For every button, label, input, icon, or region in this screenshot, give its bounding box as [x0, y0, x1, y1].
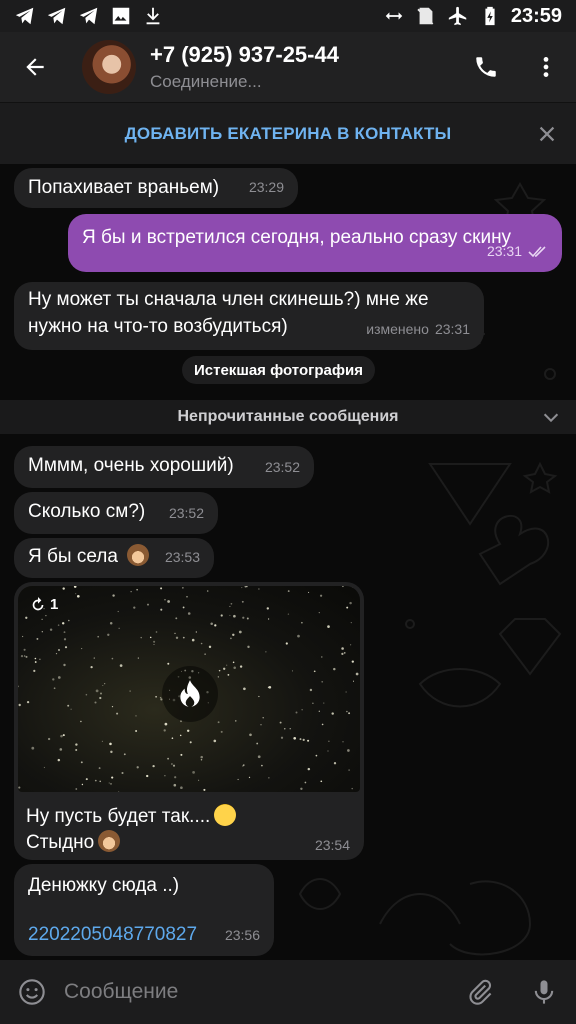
message-time: 23:52 — [264, 459, 300, 475]
phone-icon — [476, 57, 496, 77]
edited-label: изменено — [366, 321, 429, 337]
add-contact-label: ДОБАВИТЬ ЕКАТЕРИНА В КОНТАКТЫ — [124, 123, 452, 143]
more-menu-button[interactable] — [516, 32, 576, 102]
message-time: 23:29 — [248, 179, 284, 195]
microphone-icon — [534, 980, 554, 1004]
paperclip-icon — [469, 979, 492, 1005]
message-text: Я бы села — [28, 546, 118, 567]
message-input[interactable] — [64, 972, 448, 1012]
message-time: 23:56 — [224, 927, 260, 943]
message-time: 23:53 — [164, 549, 200, 565]
grinning-sweat-icon — [214, 804, 237, 826]
message-incoming-photo[interactable]: 1 Ну пусть будет так.... Стыдно 23:54 — [14, 582, 364, 860]
photo-caption: Ну пусть будет так.... Стыдно — [26, 804, 237, 856]
message-input-bar — [0, 960, 576, 1024]
view-once-counter: 1 — [30, 596, 58, 613]
caption-line: Ну пусть будет так.... — [26, 806, 211, 827]
download-icon — [142, 5, 164, 27]
image-icon — [110, 5, 132, 27]
chevron-down-icon[interactable] — [540, 406, 562, 428]
message-incoming[interactable]: Я бы села 23:53 — [14, 538, 214, 578]
message-text: Сколько см?) — [28, 501, 146, 522]
timer-refresh-icon — [32, 596, 44, 610]
voice-record-button[interactable] — [512, 960, 576, 1024]
message-outgoing[interactable]: Я бы и встретился сегодня, реально сразу… — [68, 214, 562, 272]
more-vertical-icon — [543, 57, 549, 77]
banner-close-button[interactable] — [536, 123, 558, 145]
back-button[interactable] — [0, 32, 70, 102]
message-text: Попахивает враньем) — [28, 177, 220, 198]
add-contact-banner[interactable]: ДОБАВИТЬ ЕКАТЕРИНА В КОНТАКТЫ — [0, 102, 576, 164]
message-time: 23:54 — [314, 837, 350, 853]
airplane-icon — [447, 5, 469, 27]
message-incoming[interactable]: Денюжку сюда ..) 2202205048770827 23:56 — [14, 864, 274, 956]
message-time: изменено 23:31 — [366, 316, 470, 343]
telegram-icon — [78, 5, 100, 27]
message-text-line: Ну может ты сначала член скинешь?) мне ж… — [28, 289, 429, 310]
chat-title: +7 (925) 937-25-44 — [150, 42, 339, 67]
message-incoming[interactable]: Сколько см?) 23:52 — [14, 492, 218, 534]
message-incoming[interactable]: Мммм, очень хороший) 23:52 — [14, 446, 314, 488]
unread-label: Непрочитанные сообщения — [177, 408, 399, 425]
emoji-button[interactable] — [0, 960, 64, 1024]
attach-button[interactable] — [448, 960, 512, 1024]
message-time: 23:52 — [168, 505, 204, 521]
caption-line: Стыдно — [26, 832, 95, 853]
status-right-icons: 23:59 — [383, 5, 562, 28]
message-time: 23:31 — [487, 238, 548, 265]
telegram-icon — [14, 5, 36, 27]
no-sim-icon — [415, 5, 437, 27]
fire-icon[interactable] — [162, 666, 218, 722]
status-time: 23:59 — [510, 4, 562, 27]
battery-charging-icon — [479, 5, 501, 27]
see-no-evil-monkey-icon — [127, 544, 150, 566]
see-no-evil-monkey-icon — [98, 830, 121, 852]
unread-separator[interactable]: Непрочитанные сообщения — [0, 400, 576, 434]
close-icon — [539, 126, 555, 142]
read-checkmarks-icon — [528, 245, 546, 257]
message-text: Я бы и встретился сегодня, реально сразу… — [82, 227, 512, 248]
expired-photo-notice: Истекшая фотография — [182, 356, 375, 384]
call-button[interactable] — [456, 32, 516, 102]
message-list[interactable]: Попахивает враньем) 23:29 Я бы и встрети… — [0, 164, 576, 960]
avatar[interactable] — [82, 40, 136, 94]
smiley-icon — [19, 979, 45, 1005]
telegram-icon — [46, 5, 68, 27]
status-left-icons — [14, 5, 164, 27]
chat-status: Соединение... — [150, 72, 262, 91]
message-incoming[interactable]: Ну может ты сначала член скинешь?) мне ж… — [14, 282, 484, 350]
message-incoming[interactable]: Попахивает враньем) 23:29 — [14, 168, 298, 208]
arrow-left-icon — [26, 58, 44, 76]
data-saver-icon — [383, 5, 405, 27]
status-bar: 23:59 — [0, 0, 576, 32]
chat-header: +7 (925) 937-25-44 Соединение... — [0, 32, 576, 102]
self-destruct-photo[interactable]: 1 — [18, 586, 360, 792]
message-text: Мммм, очень хороший) — [28, 455, 234, 476]
message-text-line: Денюжку сюда ..) — [28, 875, 180, 896]
chat-title-block[interactable]: +7 (925) 937-25-44 Соединение... — [150, 42, 456, 92]
